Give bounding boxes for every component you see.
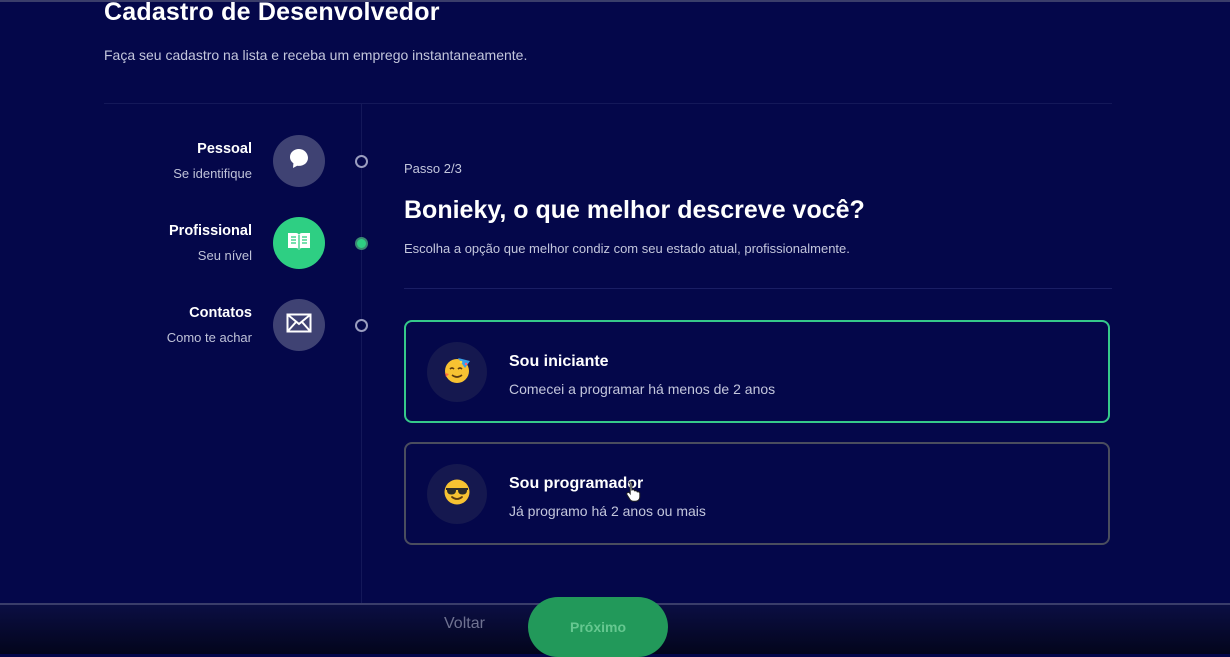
chat-bubble-icon: [287, 147, 311, 176]
envelope-icon: [286, 313, 312, 338]
option-icon-circle: [427, 342, 487, 402]
step-icon-circle: [273, 299, 325, 351]
step-icon-circle: [273, 135, 325, 187]
option-programador[interactable]: Sou programador Já programo há 2 anos ou…: [404, 442, 1110, 545]
step-icon-circle: [273, 217, 325, 269]
option-icon-circle: [427, 464, 487, 524]
option-description: Já programo há 2 anos ou mais: [509, 503, 706, 519]
back-button[interactable]: Voltar: [444, 615, 485, 633]
sidebar-divider: [361, 104, 362, 652]
question-description: Escolha a opção que melhor condiz com se…: [404, 241, 850, 256]
step-indicator: Passo 2/3: [404, 161, 462, 176]
step-label: Contatos: [189, 305, 252, 321]
option-iniciante[interactable]: Sou iniciante Comecei a programar há men…: [404, 320, 1110, 423]
sidebar-step-contatos[interactable]: Contatos Como te achar: [120, 299, 368, 355]
party-face-emoji-icon: [443, 356, 471, 389]
sunglasses-face-emoji-icon: [443, 478, 471, 511]
option-title: Sou iniciante: [509, 353, 609, 370]
step-sublabel: Seu nível: [197, 248, 252, 263]
sidebar-step-pessoal[interactable]: Pessoal Se identifique: [120, 135, 368, 191]
header-divider: [104, 103, 1112, 104]
step-label: Profissional: [169, 223, 252, 239]
content-divider: [404, 288, 1112, 289]
book-icon: [286, 230, 312, 257]
page-title: Cadastro de Desenvolvedor: [104, 0, 440, 26]
step-dot: [355, 319, 368, 332]
step-label: Pessoal: [197, 141, 252, 157]
step-sublabel: Como te achar: [166, 330, 252, 345]
sidebar-step-profissional[interactable]: Profissional Seu nível: [120, 217, 368, 273]
step-dot: [355, 237, 368, 250]
step-sublabel: Se identifique: [173, 166, 252, 181]
page-subtitle: Faça seu cadastro na lista e receba um e…: [104, 47, 528, 63]
step-dot: [355, 155, 368, 168]
mouse-pointer-icon: [624, 480, 644, 507]
next-button[interactable]: Próximo: [528, 597, 668, 657]
question-heading: Bonieky, o que melhor descreve você?: [404, 196, 865, 224]
option-description: Comecei a programar há menos de 2 anos: [509, 381, 776, 397]
